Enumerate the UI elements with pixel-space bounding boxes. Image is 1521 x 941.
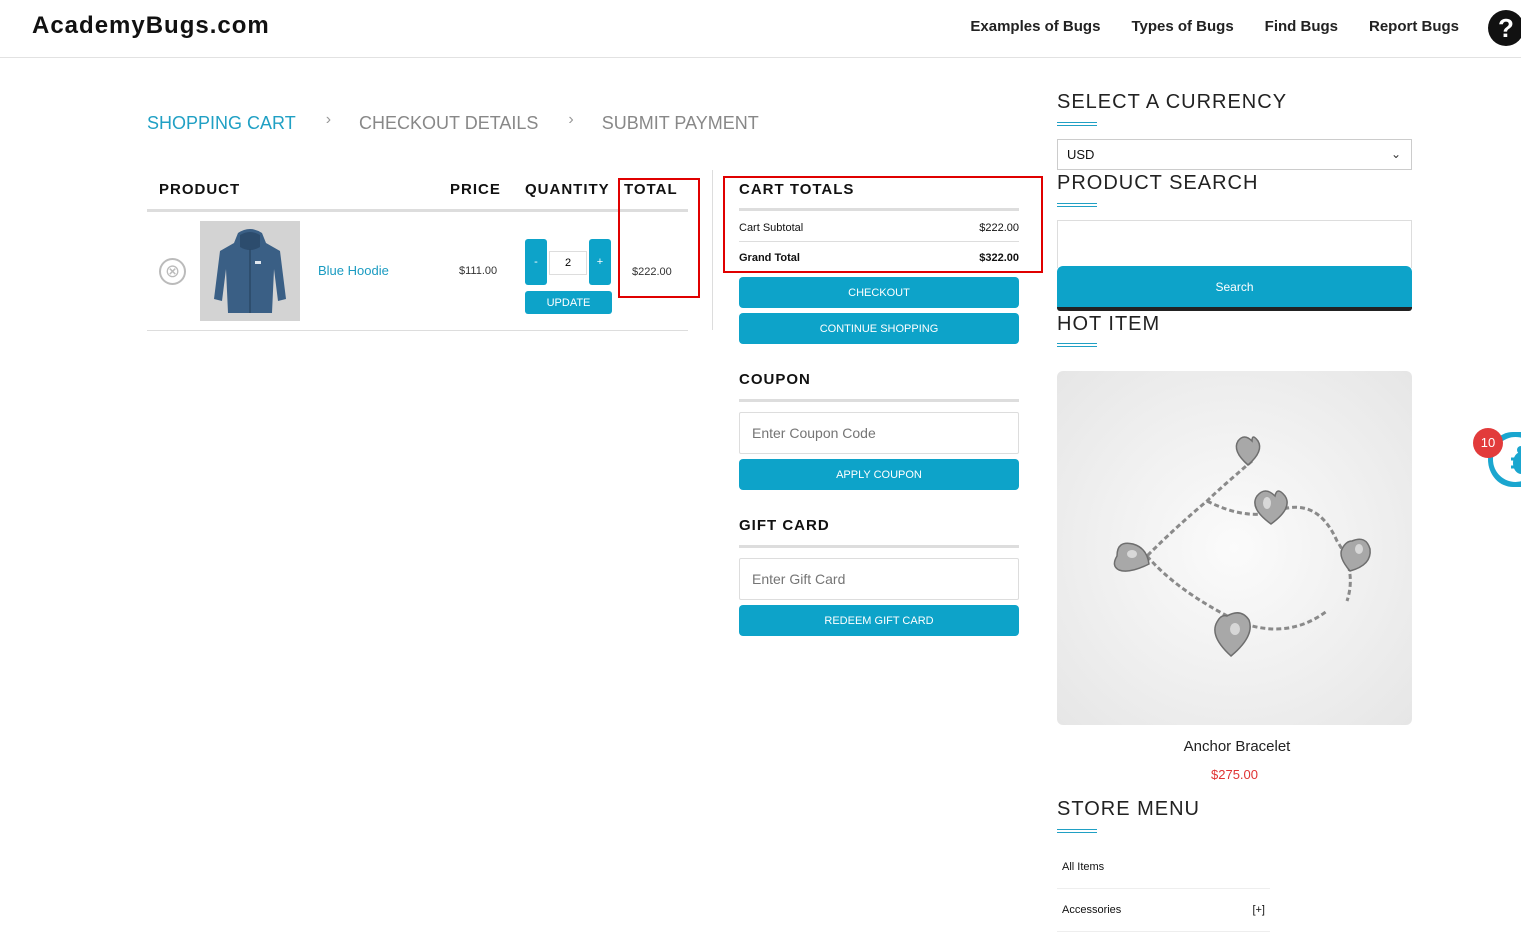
redeem-gift-card-button[interactable]: REDEEM GIFT CARD <box>739 605 1019 636</box>
bug-count-badge: 10 <box>1473 428 1503 458</box>
nav-examples-of-bugs[interactable]: Examples of Bugs <box>970 18 1100 35</box>
divider <box>739 545 1019 548</box>
help-icon[interactable]: ? <box>1488 10 1521 46</box>
hot-item-name[interactable]: Anchor Bracelet <box>1057 738 1417 755</box>
hot-item-title: HOT ITEM <box>1057 313 1161 335</box>
divider <box>739 241 1019 242</box>
cart-totals-title: CART TOTALS <box>739 181 855 198</box>
site-logo[interactable]: AcademyBugs.com <box>32 12 270 40</box>
expand-icon[interactable]: [+] <box>1252 904 1265 916</box>
main-nav: Examples of Bugs Types of Bugs Find Bugs… <box>970 18 1459 35</box>
product-search-title: PRODUCT SEARCH <box>1057 172 1259 194</box>
remove-item-icon[interactable]: ⊗ <box>159 258 186 285</box>
highlight-box-total <box>618 178 700 298</box>
product-link[interactable]: Blue Hoodie <box>318 263 389 278</box>
chevron-right-icon: › <box>325 110 332 128</box>
title-accent <box>1057 122 1097 126</box>
bracelet-image <box>1113 436 1371 657</box>
quantity-increment-button[interactable]: + <box>589 239 611 285</box>
menu-item-all-items[interactable]: All Items <box>1057 846 1270 889</box>
product-thumbnail[interactable] <box>200 221 300 321</box>
currency-select[interactable]: USD ⌄ <box>1057 139 1412 170</box>
hoodie-image <box>200 221 300 321</box>
divider <box>739 208 1019 211</box>
currency-value: USD <box>1067 147 1095 162</box>
step-shopping-cart[interactable]: SHOPPING CART <box>147 113 296 134</box>
item-price: $111.00 <box>459 265 498 277</box>
step-checkout-details[interactable]: CHECKOUT DETAILS <box>359 113 538 134</box>
step-submit-payment[interactable]: SUBMIT PAYMENT <box>602 113 759 134</box>
subtotal-label: Cart Subtotal <box>739 222 804 234</box>
title-accent <box>1057 829 1097 833</box>
title-accent <box>1057 343 1097 347</box>
store-menu-title: STORE MENU <box>1057 798 1200 820</box>
quantity-decrement-button[interactable]: - <box>525 239 547 285</box>
apply-coupon-button[interactable]: APPLY COUPON <box>739 459 1019 490</box>
search-button[interactable]: Search <box>1057 266 1412 311</box>
coupon-title: COUPON <box>739 371 811 388</box>
checkout-steps: SHOPPING CART › CHECKOUT DETAILS › SUBMI… <box>147 110 759 134</box>
coupon-code-input[interactable] <box>739 412 1019 454</box>
nav-report-bugs[interactable]: Report Bugs <box>1369 18 1459 35</box>
checkout-button[interactable]: CHECKOUT <box>739 277 1019 308</box>
divider <box>739 399 1019 402</box>
grand-total-value: $322.00 <box>979 252 1019 264</box>
menu-item-label: Accessories <box>1062 904 1122 916</box>
col-quantity: QUANTITY <box>525 181 610 198</box>
nav-types-of-bugs[interactable]: Types of Bugs <box>1131 18 1233 35</box>
quantity-input[interactable] <box>549 251 587 275</box>
menu-item-accessories[interactable]: Accessories [+] <box>1057 889 1270 932</box>
grand-total-label: Grand Total <box>739 252 800 264</box>
title-accent <box>1057 203 1097 207</box>
chevron-down-icon: ⌄ <box>1390 147 1401 161</box>
update-button[interactable]: UPDATE <box>525 291 612 314</box>
grand-total-row: Grand Total $322.00 <box>739 252 1019 264</box>
col-product: PRODUCT <box>159 181 241 198</box>
hot-item-price: $275.00 <box>1211 767 1258 782</box>
product-search-input[interactable] <box>1057 220 1412 268</box>
col-price: PRICE <box>450 181 501 198</box>
subtotal-row: Cart Subtotal $222.00 <box>739 222 1019 234</box>
gift-card-input[interactable] <box>739 558 1019 600</box>
divider <box>147 209 688 212</box>
currency-widget-title: SELECT A CURRENCY <box>1057 91 1288 113</box>
divider <box>712 170 713 330</box>
menu-item-label: All Items <box>1062 861 1105 873</box>
subtotal-value: $222.00 <box>979 222 1019 234</box>
chevron-right-icon: › <box>568 110 574 128</box>
site-header: AcademyBugs.com Examples of Bugs Types o… <box>0 0 1521 58</box>
continue-shopping-button[interactable]: CONTINUE SHOPPING <box>739 313 1019 344</box>
hot-item-image[interactable] <box>1057 371 1412 725</box>
nav-find-bugs[interactable]: Find Bugs <box>1265 18 1338 35</box>
divider <box>147 330 688 331</box>
gift-card-title: GIFT CARD <box>739 517 830 534</box>
